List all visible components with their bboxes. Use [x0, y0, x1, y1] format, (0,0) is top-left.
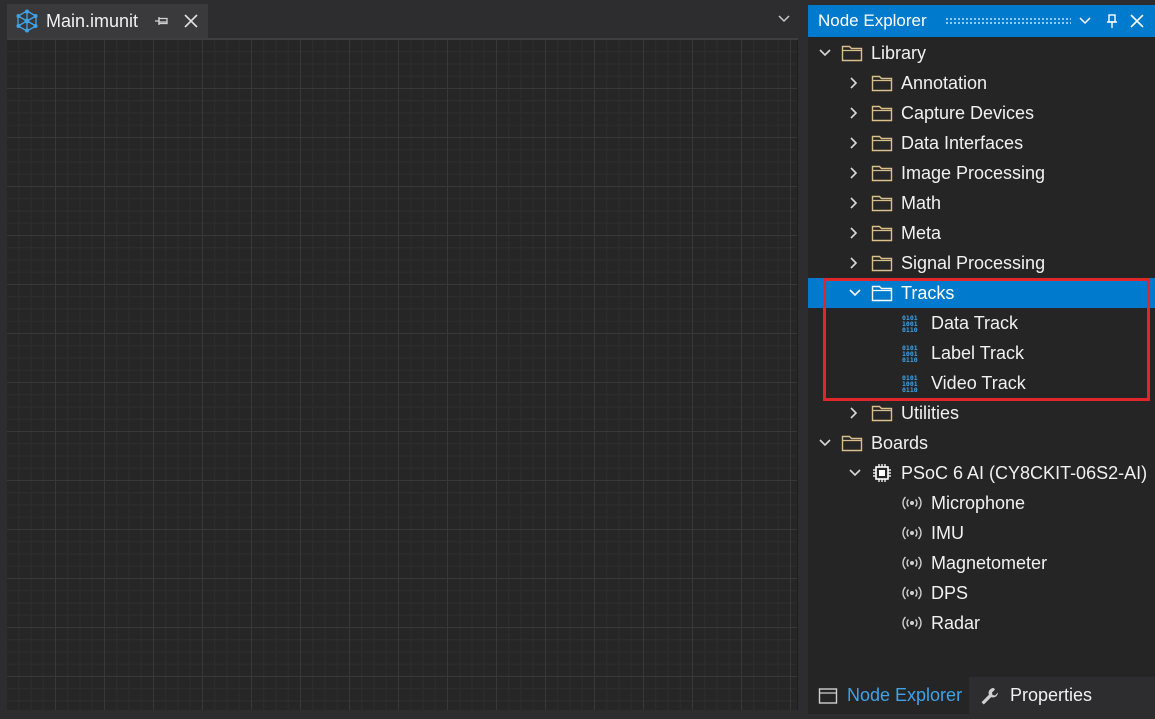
tree-item-label: Data Interfaces	[901, 132, 1024, 153]
tree-item-label: DPS	[931, 582, 969, 603]
chevron-right-icon[interactable]	[847, 256, 861, 270]
tree-item-label: Meta	[901, 222, 942, 243]
graph-canvas[interactable]	[7, 40, 798, 710]
tree-item-radar[interactable]: Radar	[808, 608, 1155, 638]
tree-item-video-track[interactable]: 0101 1001 0110 Video Track	[808, 368, 1155, 398]
panel-title: Node Explorer	[818, 11, 927, 30]
chevron-down-icon[interactable]	[818, 46, 832, 60]
tree-item-data-track[interactable]: 0101 1001 0110 Data Track	[808, 308, 1155, 338]
document-tab-main[interactable]: Main.imunit	[7, 4, 208, 38]
folder-icon	[841, 45, 863, 62]
tab-label: Node Explorer	[847, 685, 963, 705]
chevron-right-icon[interactable]	[847, 166, 861, 180]
chevron-right-icon[interactable]	[847, 226, 861, 240]
folder-icon	[871, 105, 893, 122]
svg-text:0110: 0110	[902, 326, 918, 333]
svg-text:0110: 0110	[902, 356, 918, 363]
tree-item-label: Capture Devices	[901, 102, 1035, 123]
sensor-signal-icon	[902, 616, 922, 630]
tree-item-label: Annotation	[901, 72, 988, 93]
tree-item-boards[interactable]: Boards	[808, 428, 1155, 458]
sensor-signal-icon	[902, 586, 922, 600]
node-explorer-panel: Node Explorer Library Annotation Capture…	[808, 5, 1155, 714]
folder-icon	[871, 165, 893, 182]
tab-properties[interactable]: Properties	[979, 677, 1155, 714]
tree-item-label: PSoC 6 AI (CY8CKIT-06S2-AI)	[901, 462, 1148, 483]
tree-item-tracks[interactable]: Tracks	[808, 278, 1155, 308]
tree-item-label: Radar	[931, 612, 981, 633]
folder-icon	[871, 255, 893, 272]
tree-item-image-processing[interactable]: Image Processing	[808, 158, 1155, 188]
binary-data-icon: 010110010110	[902, 314, 918, 333]
chevron-down-icon[interactable]	[818, 436, 832, 450]
document-tabstrip: Main.imunit	[0, 0, 803, 38]
tree-item-label: Library	[871, 42, 927, 63]
tree-item-psoc-board[interactable]: PSoC 6 AI (CY8CKIT-06S2-AI)	[808, 458, 1155, 488]
tree-item-label: Data Track	[931, 312, 1019, 333]
tree-item-data-interfaces[interactable]: Data Interfaces	[808, 128, 1155, 158]
chevron-down-icon[interactable]	[848, 466, 862, 480]
panel-bottom-tabs: Node Explorer Properties	[808, 677, 1155, 714]
folder-icon	[871, 225, 893, 242]
tree-item-label: Boards	[871, 432, 929, 453]
tree-item-capture-devices[interactable]: Capture Devices	[808, 98, 1155, 128]
panel-close-icon[interactable]	[1129, 13, 1145, 29]
svg-text:0110: 0110	[902, 386, 918, 393]
tree-item-label: IMU	[931, 522, 964, 543]
tree-item-dps[interactable]: DPS	[808, 578, 1155, 608]
sensor-signal-icon	[902, 526, 922, 540]
panel-header: Node Explorer	[808, 5, 1155, 37]
tree-item-label-track[interactable]: 0101 1001 0110 Label Track	[808, 338, 1155, 368]
folder-icon	[871, 285, 893, 302]
tree-item-annotation[interactable]: Annotation	[808, 68, 1155, 98]
tree-item-label: Math	[901, 192, 942, 213]
tree-item-label: Label Track	[931, 342, 1025, 363]
tree-item-imu[interactable]: IMU	[808, 518, 1155, 548]
tree-item-library[interactable]: Library	[808, 38, 1155, 68]
window-icon	[818, 687, 838, 704]
folder-icon	[871, 195, 893, 212]
folder-icon	[871, 135, 893, 152]
tree-item-label: Utilities	[901, 402, 960, 423]
tree-item-label: Video Track	[931, 372, 1026, 393]
chevron-down-icon[interactable]	[848, 286, 862, 300]
tree-item-label: Image Processing	[901, 162, 1046, 183]
tree-item-microphone[interactable]: Microphone	[808, 488, 1155, 518]
sensor-signal-icon	[902, 496, 922, 510]
panel-menu-chevron-icon[interactable]	[1077, 13, 1093, 29]
chevron-right-icon[interactable]	[847, 106, 861, 120]
chevron-right-icon[interactable]	[847, 136, 861, 150]
tree-item-magnetometer[interactable]: Magnetometer	[808, 548, 1155, 578]
tree-item-label: Signal Processing	[901, 252, 1046, 273]
panel-drag-grip[interactable]	[945, 17, 1071, 26]
tree-item-signal-processing[interactable]: Signal Processing	[808, 248, 1155, 278]
panel-pin-icon[interactable]	[1104, 13, 1120, 29]
pin-icon[interactable]	[154, 13, 170, 29]
folder-icon	[871, 75, 893, 92]
chevron-right-icon[interactable]	[847, 76, 861, 90]
close-tab-icon[interactable]	[182, 12, 200, 30]
tree-item-label: Tracks	[901, 282, 955, 303]
tab-node-explorer[interactable]: Node Explorer	[808, 677, 969, 714]
document-area: Main.imunit	[0, 0, 803, 719]
chevron-right-icon[interactable]	[847, 406, 861, 420]
binary-data-icon: 010110010110	[902, 374, 918, 393]
neural-network-icon	[16, 9, 38, 33]
binary-data-icon: 010110010110	[902, 344, 918, 363]
tree-item-label: Magnetometer	[931, 552, 1048, 573]
sensor-signal-icon	[902, 556, 922, 570]
tree-item-meta[interactable]: Meta	[808, 218, 1155, 248]
document-tab-label: Main.imunit	[46, 10, 139, 31]
folder-icon	[841, 435, 863, 452]
folder-icon	[871, 405, 893, 422]
tree-item-label: Microphone	[931, 492, 1026, 513]
chip-icon	[873, 464, 891, 482]
chevron-right-icon[interactable]	[847, 196, 861, 210]
wrench-icon	[981, 687, 998, 704]
tab-list-chevron-icon[interactable]	[776, 13, 792, 25]
tree-item-utilities[interactable]: Utilities	[808, 398, 1155, 428]
tab-label: Properties	[1010, 685, 1093, 705]
tree-item-math[interactable]: Math	[808, 188, 1155, 218]
